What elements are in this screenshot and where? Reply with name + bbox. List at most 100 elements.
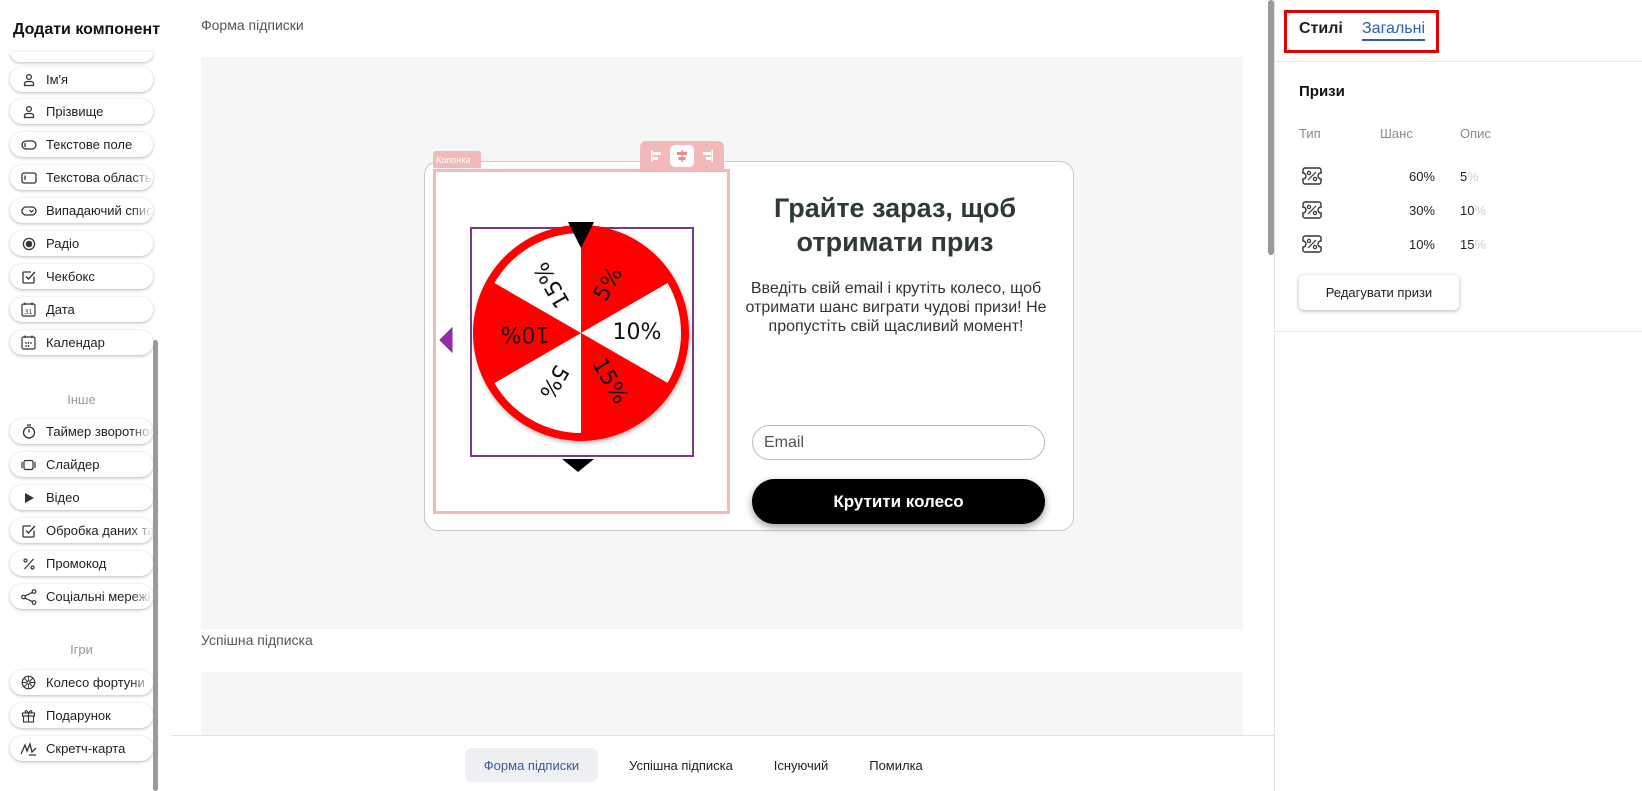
spin-wheel-button[interactable]: Крутити колесо	[752, 479, 1045, 524]
sidebar-scrollbar[interactable]	[153, 340, 158, 791]
component-sidebar: Додати компонент Ім'я Прізвище Текстове …	[0, 0, 163, 791]
prizes-section-title: Призи	[1299, 83, 1345, 100]
sidebar-item-checkbox[interactable]: Чекбокс	[10, 264, 153, 289]
editor-canvas: Форма підписки Колонка 5% 10% 15% 5% 10%…	[171, 0, 1274, 791]
column-tag[interactable]: Колонка	[433, 151, 481, 168]
column-align-toolbar	[640, 141, 724, 170]
sidebar-item-radio[interactable]: Радіо	[10, 231, 153, 256]
popup-title: Грайте зараз, щоб отримати приз	[773, 193, 1017, 257]
edit-prizes-button[interactable]: Редагувати призи	[1299, 275, 1459, 310]
fortune-wheel[interactable]: 5%10%15%5%10%15%	[470, 222, 700, 462]
dropdown-icon	[20, 202, 37, 219]
sidebar-item-first-name[interactable]: Ім'я	[10, 67, 153, 92]
checkbox-icon	[20, 268, 37, 285]
prize-chance: 30%	[1408, 203, 1435, 218]
slider-icon	[20, 456, 37, 473]
prize-row[interactable]: 30% 10%	[1275, 199, 1642, 223]
prize-desc: 15%	[1460, 237, 1487, 252]
sidebar-item-label: Ім'я	[46, 72, 69, 87]
section-label-games: Ігри	[70, 642, 93, 657]
email-placeholder: Email	[764, 433, 805, 451]
sidebar-item-slider[interactable]: Слайдер	[10, 452, 153, 477]
sidebar-item-partial[interactable]	[10, 52, 153, 62]
sidebar-item-label: Соціальні мережі	[46, 589, 151, 604]
share-icon	[20, 588, 37, 605]
prize-desc: 10%	[1460, 203, 1487, 218]
sidebar-item-label: Випадаючий список	[46, 203, 153, 218]
section-title-success: Успішна підписка	[201, 632, 313, 648]
align-center-icon	[676, 149, 687, 162]
prize-desc: 5%	[1460, 169, 1479, 184]
sidebar-item-label: Колесо фортуни	[46, 675, 145, 690]
sidebar-item-gift[interactable]: Подарунок	[10, 703, 153, 728]
divider	[1275, 61, 1642, 62]
sidebar-item-label: Текстова область	[46, 170, 152, 185]
sidebar-item-label: Скретч-карта	[46, 741, 126, 756]
sidebar-item-wheel-of-fortune[interactable]: Колесо фортуни	[10, 670, 153, 695]
person-icon	[20, 71, 37, 88]
sidebar-item-dropdown[interactable]: Випадаючий список	[10, 198, 153, 223]
properties-panel: Стилі Загальні Призи Тип Шанс Опис 60% 5…	[1274, 0, 1642, 791]
col-header-desc: Опис	[1460, 126, 1491, 141]
discount-ticket-icon	[1302, 167, 1322, 185]
tab-existing[interactable]: Існуючий	[761, 748, 841, 782]
sidebar-item-last-name[interactable]: Прізвище	[10, 99, 153, 124]
wheel-segment-label: 10%	[501, 321, 550, 346]
success-preview-area	[201, 672, 1243, 737]
sidebar-item-label: Відео	[46, 490, 80, 505]
align-right-button[interactable]	[695, 145, 719, 167]
divider	[1275, 331, 1642, 332]
sidebar-item-calendar[interactable]: Календар	[10, 330, 153, 355]
sidebar-item-text-field[interactable]: Текстове поле	[10, 132, 153, 157]
wheel-segment-label: 10%	[613, 320, 662, 345]
wheel-bottom-handle-icon[interactable]	[561, 458, 595, 473]
sidebar-item-label: Текстове поле	[46, 137, 133, 152]
section-title-subscription-form: Форма підписки	[201, 17, 304, 33]
prize-row[interactable]: 10% 15%	[1275, 233, 1642, 257]
percent-icon	[20, 555, 37, 572]
tab-subscription-form[interactable]: Форма підписки	[465, 748, 598, 782]
sidebar-item-label: Дата	[46, 302, 75, 317]
state-tabs: Форма підписки Успішна підписка Існуючий…	[171, 735, 1274, 791]
sidebar-item-scratch-card[interactable]: Скретч-карта	[10, 736, 153, 761]
sidebar-item-data-consent[interactable]: Обробка даних та згода	[10, 518, 153, 543]
sidebar-item-label: Прізвище	[46, 104, 104, 119]
tab-success[interactable]: Успішна підписка	[611, 748, 751, 782]
prize-chance: 60%	[1408, 169, 1435, 184]
sidebar-item-countdown-timer[interactable]: Таймер зворотного відліку	[10, 419, 153, 444]
form-preview-area: Колонка 5% 10% 15% 5% 10% 15% Грайте зар…	[201, 57, 1243, 629]
discount-ticket-icon	[1302, 235, 1322, 253]
tab-general[interactable]: Загальні	[1362, 20, 1426, 41]
radio-icon	[20, 235, 37, 252]
popup-description: Введіть свій email і крутіть колесо, щоб…	[745, 280, 1047, 335]
section-label-other: Інше	[67, 392, 96, 407]
sidebar-item-label: Чекбокс	[46, 269, 95, 284]
prize-row[interactable]: 60% 5%	[1275, 165, 1642, 189]
sidebar-item-social[interactable]: Соціальні мережі	[10, 584, 153, 609]
tab-error[interactable]: Помилка	[856, 748, 936, 782]
align-center-button[interactable]	[669, 144, 694, 167]
text-field-icon	[20, 136, 37, 153]
tab-styles[interactable]: Стилі	[1299, 20, 1343, 38]
email-input[interactable]: Email	[752, 425, 1045, 460]
align-left-button[interactable]	[645, 145, 669, 167]
person-icon	[20, 103, 37, 120]
col-header-chance: Шанс	[1380, 126, 1413, 141]
sidebar-item-text-area[interactable]: Текстова область	[10, 165, 153, 190]
sidebar-item-label: Обробка даних та згода	[46, 523, 153, 538]
sidebar-item-label: Календар	[46, 335, 105, 350]
sidebar-item-label: Слайдер	[46, 457, 100, 472]
sidebar-item-promocode[interactable]: Промокод	[10, 551, 153, 576]
sidebar-item-video[interactable]: Відео	[10, 485, 153, 510]
text-area-icon	[20, 169, 37, 186]
sidebar-item-date[interactable]: 31 Дата	[10, 297, 153, 322]
sidebar-item-label: Промокод	[46, 556, 107, 571]
svg-text:31: 31	[24, 308, 32, 316]
checkbox-icon	[20, 522, 37, 539]
wheel-left-handle-icon[interactable]	[438, 327, 454, 353]
wheel-icon	[20, 674, 37, 691]
align-right-icon	[703, 149, 714, 162]
calendar-icon	[20, 334, 37, 351]
align-left-icon	[650, 149, 661, 162]
timer-icon	[20, 423, 37, 440]
